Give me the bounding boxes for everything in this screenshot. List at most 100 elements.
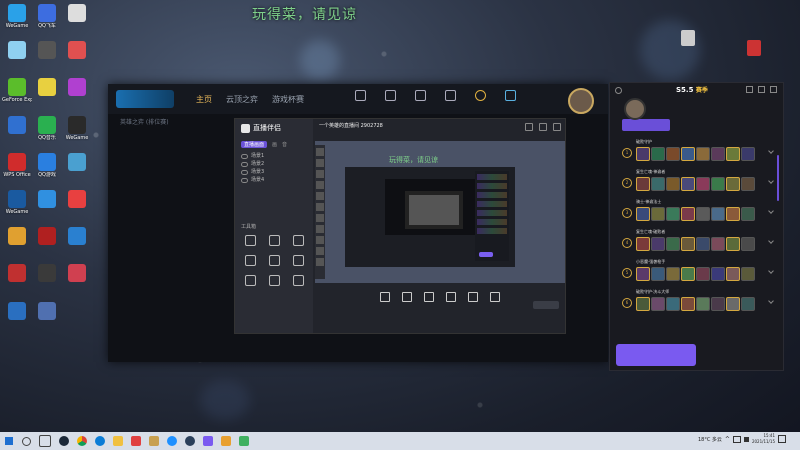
list-item[interactable]: 场景1 — [241, 152, 313, 160]
network-icon[interactable] — [732, 435, 741, 443]
champion-icon[interactable] — [666, 297, 680, 311]
toolbox-item[interactable] — [287, 255, 309, 267]
desktop-icon[interactable] — [62, 152, 92, 172]
chevron-down-icon[interactable] — [768, 148, 774, 154]
desktop-icon[interactable] — [32, 41, 62, 60]
chevron-up-icon[interactable]: ^ — [725, 436, 730, 443]
tab-picture[interactable]: 画 — [272, 141, 277, 148]
toolbox-item[interactable] — [263, 275, 285, 287]
champion-icon[interactable] — [651, 267, 665, 281]
primary-action-button[interactable] — [616, 344, 696, 366]
champion-icon[interactable] — [636, 177, 650, 191]
desktop-icon[interactable] — [62, 227, 92, 246]
champion-icon[interactable] — [711, 237, 725, 251]
eye-icon[interactable] — [241, 153, 248, 159]
toolbox-item[interactable] — [239, 275, 261, 287]
champion-icon[interactable] — [741, 267, 755, 281]
clock[interactable]: 15:41 2021/11/15 — [752, 433, 775, 445]
app-icon[interactable] — [131, 436, 141, 446]
champion-icon[interactable] — [681, 267, 695, 281]
chevron-down-icon[interactable] — [768, 208, 774, 214]
steam-icon[interactable] — [59, 436, 69, 446]
stream-toolbar-item[interactable] — [424, 291, 434, 303]
champion-icon[interactable] — [726, 267, 740, 281]
stream-toolbar-item[interactable] — [446, 291, 456, 303]
client-tool-4[interactable] — [441, 90, 459, 102]
desktop-icon[interactable]: QQ游戏 — [32, 152, 62, 178]
champion-icon[interactable] — [726, 207, 740, 221]
desktop-icon[interactable] — [2, 115, 32, 135]
eye-icon[interactable] — [241, 169, 248, 175]
desktop-icon[interactable] — [2, 301, 32, 321]
champion-icon[interactable] — [696, 267, 710, 281]
champion-icon[interactable] — [681, 147, 695, 161]
client-tool-6[interactable] — [501, 90, 519, 102]
desktop-icon-corner[interactable] — [740, 40, 768, 57]
chrome-icon[interactable] — [77, 436, 87, 446]
champion-icon[interactable] — [666, 237, 680, 251]
list-item[interactable]: 场景3 — [241, 168, 313, 176]
champion-icon[interactable] — [741, 207, 755, 221]
notification-icon[interactable] — [778, 435, 786, 443]
lol-icon[interactable] — [149, 436, 159, 446]
desktop-icon[interactable] — [32, 190, 62, 209]
champion-icon[interactable] — [681, 177, 695, 191]
settings-icon[interactable] — [746, 86, 753, 93]
champion-icon[interactable] — [696, 147, 710, 161]
scrollbar[interactable] — [777, 155, 779, 201]
tab-scene[interactable]: 直播画面 — [241, 141, 268, 148]
task-view-icon[interactable] — [39, 435, 51, 447]
champion-icon[interactable] — [636, 267, 650, 281]
toolbox-item[interactable] — [287, 275, 309, 287]
desktop-icon[interactable]: WPS Office — [2, 152, 32, 178]
client-tool-5[interactable] — [471, 90, 489, 102]
lineup-item[interactable]: 5 小恶魔·强袭枪手 — [622, 259, 775, 285]
toolbox-item[interactable] — [239, 255, 261, 267]
champion-icon[interactable] — [696, 237, 710, 251]
stream-toolbar-item[interactable] — [468, 291, 478, 303]
weather-widget[interactable]: 18°C 多云 — [698, 436, 722, 443]
champion-icon[interactable] — [666, 147, 680, 161]
champion-icon[interactable] — [711, 267, 725, 281]
champion-icon[interactable] — [726, 237, 740, 251]
desktop-icon[interactable] — [62, 4, 92, 23]
desktop-icon[interactable] — [32, 227, 62, 246]
client-nav-home[interactable]: 主页 — [196, 94, 212, 105]
eye-icon[interactable] — [241, 177, 248, 183]
chevron-down-icon[interactable] — [768, 268, 774, 274]
close-icon[interactable] — [770, 86, 777, 93]
lineup-item[interactable]: 4 复生亡魂·破败者 — [622, 229, 775, 255]
lineup-item[interactable]: 3 骑士·神谕法士 — [622, 199, 775, 225]
start-button[interactable] — [0, 432, 18, 450]
start-stream-button[interactable] — [533, 301, 559, 309]
champion-icon[interactable] — [651, 177, 665, 191]
qq-icon[interactable] — [167, 436, 177, 446]
client-tool-2[interactable] — [381, 90, 399, 102]
app-icon[interactable] — [203, 436, 213, 446]
tab-audio[interactable]: 音 — [282, 141, 287, 148]
stream-toolbar-item[interactable] — [402, 291, 412, 303]
desktop-icon[interactable]: WeGame — [62, 115, 92, 141]
champion-icon[interactable] — [666, 267, 680, 281]
champion-icon[interactable] — [681, 297, 695, 311]
client-user[interactable] — [568, 88, 594, 114]
champion-icon[interactable] — [636, 297, 650, 311]
champion-icon[interactable] — [696, 177, 710, 191]
champion-icon[interactable] — [711, 297, 725, 311]
desktop-icon[interactable] — [2, 227, 32, 246]
champion-icon[interactable] — [711, 147, 725, 161]
toolbox-item[interactable] — [263, 235, 285, 247]
chevron-down-icon[interactable] — [768, 178, 774, 184]
minimize-icon[interactable] — [525, 123, 533, 131]
champion-icon[interactable] — [711, 177, 725, 191]
app-icon[interactable] — [221, 436, 231, 446]
champion-icon[interactable] — [636, 207, 650, 221]
desktop-icon[interactable] — [2, 41, 32, 60]
champion-icon[interactable] — [651, 237, 665, 251]
desktop-icon[interactable] — [62, 78, 92, 97]
desktop-icon[interactable]: GeForce Experience — [2, 78, 32, 103]
chevron-down-icon[interactable] — [768, 298, 774, 304]
client-tool-3[interactable] — [411, 90, 429, 102]
desktop-icon[interactable] — [32, 78, 62, 97]
client-nav-cup[interactable]: 游戏杯赛 — [272, 94, 304, 105]
